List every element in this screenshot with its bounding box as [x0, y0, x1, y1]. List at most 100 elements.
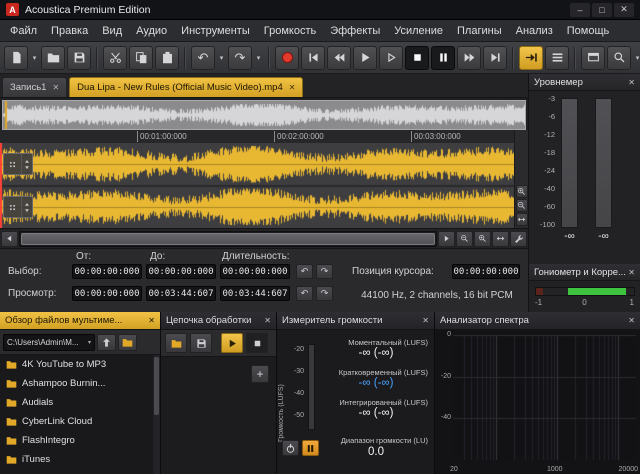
view-to-field[interactable]: 00:03:44:607	[146, 286, 216, 301]
maximize-button[interactable]: □	[592, 3, 612, 17]
view-length-field[interactable]: 00:03:44:607	[220, 286, 290, 301]
selection-from-field[interactable]: 00:00:00:000	[72, 264, 142, 279]
panel-close-icon[interactable]: ✕	[628, 78, 635, 87]
loudness-pause-button[interactable]	[302, 440, 319, 456]
time-ruler[interactable]: 00:01:00:000 00:02:00:000 00:03:00:000	[0, 130, 514, 144]
redo-dropdown-arrow[interactable]: ▾	[254, 46, 263, 70]
zoom-in-button[interactable]	[474, 231, 491, 247]
minimize-button[interactable]: –	[570, 3, 590, 17]
new-file-dropdown-arrow[interactable]: ▾	[30, 46, 39, 70]
loudness-power-button[interactable]	[282, 440, 299, 456]
lufs-scale-label: -30	[287, 368, 304, 375]
follow-playback-button[interactable]	[519, 46, 543, 70]
combo-dropdown-arrow[interactable]: ▾	[88, 339, 91, 346]
chain-save-button[interactable]	[190, 333, 212, 353]
close-window-button[interactable]: ✕	[614, 3, 634, 17]
vertical-fit-button[interactable]	[516, 213, 528, 226]
chain-play-button[interactable]	[221, 333, 243, 353]
panel-close-icon[interactable]: ✕	[422, 316, 429, 325]
menu-volume[interactable]: Громкость	[257, 20, 323, 41]
view-undo-button[interactable]: ↶	[296, 286, 313, 301]
playlist-button[interactable]	[545, 46, 569, 70]
folder-up-button[interactable]	[97, 334, 116, 351]
rewind-button[interactable]	[327, 46, 351, 70]
list-item[interactable]: iTunes	[0, 450, 160, 469]
vertical-zoom-out-button[interactable]	[516, 199, 528, 212]
menu-help[interactable]: Помощь	[560, 20, 617, 41]
path-combobox[interactable]: C:\Users\Admin\M... ▾	[3, 334, 95, 351]
list-item[interactable]: 4K YouTube to MP3	[0, 355, 160, 374]
vertical-zoom-in-button[interactable]	[516, 185, 528, 198]
panel-close-icon[interactable]: ✕	[148, 316, 155, 325]
panel-close-icon[interactable]: ✕	[628, 316, 635, 325]
menu-tools[interactable]: Инструменты	[174, 20, 257, 41]
view-redo-button[interactable]: ↷	[316, 286, 333, 301]
zoom-out-button[interactable]	[456, 231, 473, 247]
undo-button[interactable]: ↶	[191, 46, 215, 70]
play-button[interactable]	[353, 46, 377, 70]
chain-open-button[interactable]	[165, 333, 187, 353]
save-file-button[interactable]	[67, 46, 91, 70]
scrollbar-track[interactable]	[19, 231, 437, 247]
list-scrollbar[interactable]	[153, 355, 160, 474]
redo-button[interactable]: ↷	[228, 46, 252, 70]
list-item[interactable]: FlashIntegro	[0, 431, 160, 450]
go-to-end-button[interactable]	[483, 46, 507, 70]
channel1-options-icon[interactable]	[4, 154, 21, 174]
zoom-fit-button[interactable]	[492, 231, 509, 247]
fast-forward-button[interactable]	[457, 46, 481, 70]
view-from-field[interactable]: 00:00:00:000	[72, 286, 142, 301]
menu-edit[interactable]: Правка	[44, 20, 95, 41]
undo-dropdown-arrow[interactable]: ▾	[217, 46, 226, 70]
menu-plugins[interactable]: Плагины	[450, 20, 509, 41]
selection-length-field[interactable]: 00:00:00:000	[220, 264, 290, 279]
channel2-controls[interactable]	[3, 196, 33, 218]
pause-button[interactable]	[431, 46, 455, 70]
selection-redo-button[interactable]: ↷	[316, 264, 333, 279]
paste-button[interactable]	[155, 46, 179, 70]
menu-audio[interactable]: Аудио	[129, 20, 174, 41]
channel1-controls[interactable]	[3, 153, 33, 175]
copy-button[interactable]	[129, 46, 153, 70]
video-window-button[interactable]	[581, 46, 605, 70]
tab-close-icon[interactable]: ✕	[289, 83, 296, 92]
zoom-tool-button[interactable]	[607, 46, 631, 70]
selection-undo-button[interactable]: ↶	[296, 264, 313, 279]
menu-enhancement[interactable]: Усиление	[387, 20, 450, 41]
chain-stop-button[interactable]	[246, 333, 268, 353]
list-scrollbar-thumb[interactable]	[154, 357, 159, 415]
add-effect-button[interactable]: +	[251, 365, 269, 383]
tab-close-icon[interactable]: ✕	[52, 83, 59, 92]
channel2-options-icon[interactable]	[4, 197, 21, 217]
menu-view[interactable]: Вид	[95, 20, 129, 41]
menu-effects[interactable]: Эффекты	[323, 20, 387, 41]
list-item[interactable]: Audials	[0, 393, 160, 412]
scroll-left-button[interactable]	[1, 231, 18, 247]
wave-settings-button[interactable]	[510, 231, 527, 247]
go-to-start-button[interactable]	[301, 46, 325, 70]
scrollbar-thumb[interactable]	[21, 233, 435, 245]
record-button[interactable]	[275, 46, 299, 70]
overview-waveform-canvas[interactable]	[2, 100, 526, 130]
scroll-right-button[interactable]	[438, 231, 455, 247]
zoom-dropdown-arrow[interactable]: ▾	[633, 46, 640, 70]
list-item[interactable]: CyberLink Cloud	[0, 412, 160, 431]
menu-file[interactable]: Файл	[3, 20, 44, 41]
list-item[interactable]: Ashampoo Burnin...	[0, 374, 160, 393]
channel2-resize-handle[interactable]	[21, 197, 32, 217]
browse-folder-button[interactable]	[118, 334, 137, 351]
stop-button[interactable]	[405, 46, 429, 70]
menu-analysis[interactable]: Анализ	[509, 20, 560, 41]
open-file-button[interactable]	[41, 46, 65, 70]
play-selection-button[interactable]	[379, 46, 403, 70]
channel1-resize-handle[interactable]	[21, 154, 32, 174]
tab-record1[interactable]: Запись1 ✕	[2, 77, 67, 97]
tab-dua-lipa-mp4[interactable]: Dua Lipa - New Rules (Official Music Vid…	[69, 77, 303, 97]
cut-button[interactable]	[103, 46, 127, 70]
cursor-position-field[interactable]: 00:00:00:000	[452, 264, 520, 279]
selection-to-field[interactable]: 00:00:00:000	[146, 264, 216, 279]
panel-close-icon[interactable]: ✕	[264, 316, 271, 325]
panel-close-icon[interactable]: ✕	[628, 268, 635, 277]
new-file-button[interactable]	[4, 46, 28, 70]
main-waveform-canvas[interactable]	[0, 143, 514, 228]
